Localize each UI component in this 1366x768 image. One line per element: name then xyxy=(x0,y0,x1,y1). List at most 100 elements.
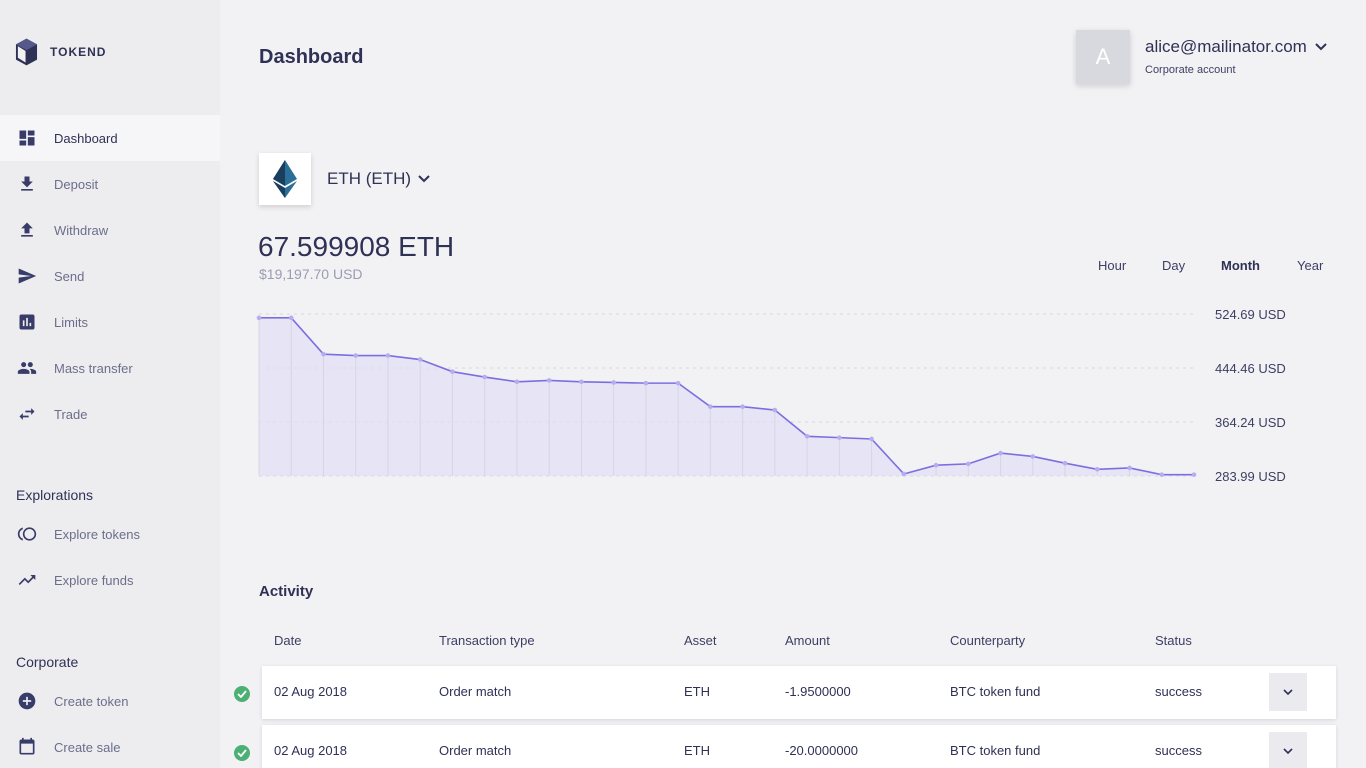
chart-point xyxy=(353,353,359,358)
success-check-icon xyxy=(234,745,250,761)
sidebar-item-deposit[interactable]: Deposit xyxy=(0,161,220,207)
sidebar-item-label: Explore tokens xyxy=(54,526,140,542)
explorations-nav: Explore tokens Explore funds xyxy=(0,511,220,603)
period-hour[interactable]: Hour xyxy=(1098,258,1126,273)
cell-asset: ETH xyxy=(684,684,710,699)
column-header-amount: Amount xyxy=(785,633,830,648)
sidebar-item-label: Deposit xyxy=(54,176,99,192)
chart-point xyxy=(1062,460,1068,466)
swap-icon xyxy=(16,403,38,425)
corporate-nav: Create token Create sale xyxy=(0,678,220,768)
y-tick-label: 283.99 USD xyxy=(1215,469,1286,484)
chevron-down-icon xyxy=(1283,747,1293,754)
chart-point xyxy=(417,357,423,362)
sidebar-item-create-sale[interactable]: Create sale xyxy=(0,724,220,768)
sidebar-item-withdraw[interactable]: Withdraw xyxy=(0,207,220,253)
add-circle-icon xyxy=(16,690,38,712)
table-row[interactable]: 02 Aug 2018 Order match ETH -20.0000000 … xyxy=(262,725,1336,768)
cell-counterparty: BTC token fund xyxy=(950,743,1041,758)
account-menu[interactable]: A alice@mailinator.com Corporate account xyxy=(1076,30,1327,84)
period-year[interactable]: Year xyxy=(1297,258,1323,273)
sidebar-item-dashboard[interactable]: Dashboard xyxy=(0,115,220,161)
chevron-down-icon xyxy=(1283,688,1293,695)
sidebar-item-label: Explore funds xyxy=(54,572,134,588)
chart-point xyxy=(998,450,1003,456)
avatar[interactable]: A xyxy=(1076,30,1130,84)
sidebar-item-label: Limits xyxy=(54,314,88,330)
expand-row-button[interactable] xyxy=(1269,673,1307,711)
page-title: Dashboard xyxy=(259,46,364,68)
sidebar: TOKEND Dashboard Deposit Withdraw Send L… xyxy=(0,0,220,768)
asset-name-text: ETH (ETH) xyxy=(327,169,412,188)
chart-point xyxy=(546,378,552,383)
cell-type: Order match xyxy=(439,743,512,758)
chart-point xyxy=(869,436,874,442)
asset-name[interactable]: ETH (ETH) xyxy=(327,169,430,189)
sidebar-item-limits[interactable]: Limits xyxy=(0,299,220,345)
cell-asset: ETH xyxy=(684,743,710,758)
chart-series-line xyxy=(259,317,1194,476)
activity-title: Activity xyxy=(259,583,314,600)
sidebar-item-explore-tokens[interactable]: Explore tokens xyxy=(0,511,220,557)
chart-point xyxy=(256,315,262,321)
dashboard-icon xyxy=(16,127,38,149)
cell-amount: -1.9500000 xyxy=(785,684,851,699)
chart-point xyxy=(579,379,584,385)
sidebar-item-label: Create token xyxy=(54,693,129,709)
chart-point xyxy=(675,380,681,386)
chart-point xyxy=(901,471,907,477)
cell-status: success xyxy=(1155,684,1202,699)
upload-icon xyxy=(16,219,38,241)
success-check-icon xyxy=(234,686,250,702)
sidebar-item-label: Dashboard xyxy=(54,130,118,146)
cell-amount: -20.0000000 xyxy=(785,743,859,758)
expand-row-button[interactable] xyxy=(1269,732,1307,768)
download-icon xyxy=(16,173,38,195)
sidebar-item-mass-transfer[interactable]: Mass transfer xyxy=(0,345,220,391)
chart-point xyxy=(1127,465,1132,471)
table-row[interactable]: 02 Aug 2018 Order match ETH -1.9500000 B… xyxy=(262,666,1336,719)
chart-area xyxy=(259,317,1194,476)
chart-point xyxy=(1094,466,1100,472)
account-type: Corporate account xyxy=(1145,64,1236,76)
chart-point xyxy=(450,369,455,374)
chevron-down-icon[interactable] xyxy=(1315,43,1327,51)
sidebar-item-explore-funds[interactable]: Explore funds xyxy=(0,557,220,603)
people-icon xyxy=(16,357,38,379)
activity-table-header: Date Transaction type Asset Amount Count… xyxy=(0,633,1366,651)
calendar-icon xyxy=(16,736,38,758)
chart-point xyxy=(643,380,649,386)
cell-date: 02 Aug 2018 xyxy=(274,743,348,758)
sidebar-item-create-token[interactable]: Create token xyxy=(0,678,220,724)
chart-point xyxy=(514,379,520,385)
period-day[interactable]: Day xyxy=(1162,258,1185,273)
chart-point xyxy=(482,374,487,380)
cell-status: success xyxy=(1155,743,1202,758)
column-header-type: Transaction type xyxy=(439,633,535,648)
chart-point xyxy=(708,404,713,409)
trending-up-icon xyxy=(16,569,38,591)
column-header-status: Status xyxy=(1155,633,1192,648)
chart-point xyxy=(385,353,391,358)
account-info: alice@mailinator.com Corporate account xyxy=(1145,37,1327,84)
cell-date: 02 Aug 2018 xyxy=(274,684,348,699)
chart-point xyxy=(288,315,294,321)
chart-point xyxy=(1030,454,1036,459)
sidebar-item-label: Trade xyxy=(54,406,88,422)
chart-point xyxy=(772,407,778,413)
chart-point xyxy=(1191,472,1197,477)
chart-point xyxy=(1159,472,1165,477)
account-email[interactable]: alice@mailinator.com xyxy=(1145,37,1327,57)
period-month[interactable]: Month xyxy=(1221,258,1260,273)
app-logo[interactable]: TOKEND xyxy=(15,37,106,67)
section-title-explorations: Explorations xyxy=(16,487,94,503)
sidebar-item-label: Create sale xyxy=(54,739,121,755)
chart-point xyxy=(611,380,616,385)
asset-selector[interactable]: ETH (ETH) xyxy=(259,153,430,205)
column-header-date: Date xyxy=(274,633,302,648)
chart-point xyxy=(966,461,971,467)
logo-text: TOKEND xyxy=(50,45,107,59)
cell-counterparty: BTC token fund xyxy=(950,684,1041,699)
cell-type: Order match xyxy=(439,684,512,699)
sidebar-item-trade[interactable]: Trade xyxy=(0,391,220,437)
